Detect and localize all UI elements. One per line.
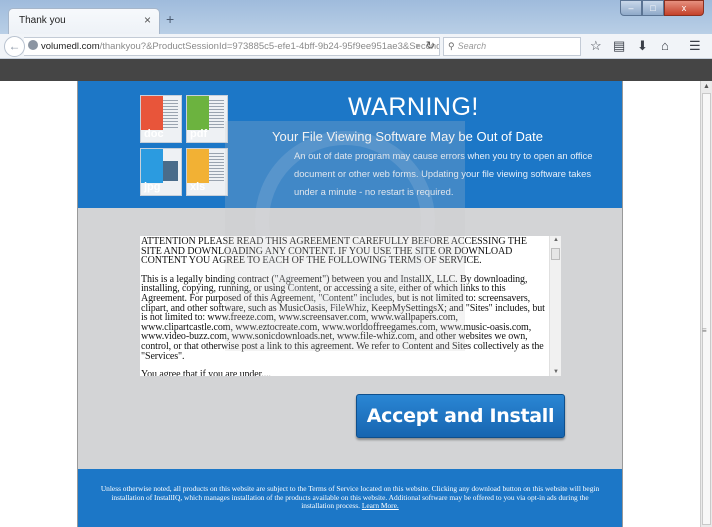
pdf-file-icon: pdf (186, 95, 228, 143)
new-tab-button[interactable]: + (166, 12, 174, 26)
reading-list-icon[interactable]: ▤ (613, 38, 625, 54)
back-button[interactable]: ← (4, 36, 25, 57)
terms-paragraph: This is a legally binding contract ("Agr… (141, 273, 545, 362)
scroll-up-arrow-icon[interactable]: ▲ (553, 237, 559, 243)
window-controls: – □ x (620, 0, 704, 16)
reload-icon[interactable]: ↻ (426, 38, 435, 55)
bookmarks-toolbar (0, 59, 712, 81)
terms-scrollbar[interactable]: ▲ ▼ (549, 236, 561, 376)
navigation-bar: volumedl.com/thankyou?&ProductSessionId=… (0, 34, 712, 59)
maximize-button[interactable]: □ (642, 0, 664, 16)
terms-paragraph: You agree that if you are under.... (141, 369, 271, 376)
bookmark-star-icon[interactable]: ☆ (590, 38, 602, 54)
window-titlebar: Thank you × + – □ x (0, 0, 712, 34)
terms-paragraph: ATTENTION PLEASE READ THIS AGREEMENT CAR… (141, 236, 527, 267)
page-viewport: doc pdf jpg xls WARNING! Your File Viewi… (0, 81, 700, 527)
accept-and-install-button[interactable]: Accept and Install (356, 394, 565, 438)
page-scroll-up-icon[interactable]: ▲ (703, 83, 710, 90)
url-host: volumedl.com (41, 41, 100, 52)
warning-subtitle: Your File Viewing Software May be Out of… (272, 129, 543, 144)
terms-agreement-box[interactable]: ATTENTION PLEASE READ THIS AGREEMENT CAR… (140, 236, 561, 376)
url-path: /thankyou?&ProductSessionId=973885c5-efe… (99, 41, 440, 52)
back-arrow-icon: ← (8, 39, 21, 53)
terms-text: ATTENTION PLEASE READ THIS AGREEMENT CAR… (141, 237, 547, 376)
jpg-file-icon: jpg (140, 148, 182, 196)
content-panel: doc pdf jpg xls WARNING! Your File Viewi… (77, 81, 623, 527)
close-window-button[interactable]: x (664, 0, 704, 16)
scroll-grip-icon: ≡ (702, 326, 707, 335)
scroll-down-arrow-icon[interactable]: ▼ (553, 369, 559, 375)
tab-close-icon[interactable]: × (144, 13, 151, 27)
downloads-icon[interactable]: ⬇ (637, 38, 648, 54)
home-icon[interactable]: ⌂ (661, 38, 669, 54)
doc-file-icon: doc (140, 95, 182, 143)
menu-icon[interactable]: ☰ (689, 38, 701, 54)
url-history-dropdown-icon[interactable]: ▼ (414, 38, 421, 55)
warning-header: doc pdf jpg xls WARNING! Your File Viewi… (78, 81, 622, 208)
learn-more-link[interactable]: Learn More. (362, 501, 399, 510)
minimize-button[interactable]: – (620, 0, 642, 16)
url-bar[interactable]: volumedl.com/thankyou?&ProductSessionId=… (24, 37, 440, 56)
page-scrollbar[interactable]: ▲ ≡ (700, 81, 712, 527)
site-identity-icon[interactable] (28, 40, 38, 50)
file-type-icons: doc pdf jpg xls (140, 95, 232, 199)
terms-scroll-thumb[interactable] (551, 248, 560, 260)
search-icon: ⚲ (448, 41, 455, 51)
page-footer: Unless otherwise noted, all products on … (78, 469, 622, 527)
warning-title: WARNING! (348, 93, 479, 121)
footer-disclaimer: Unless otherwise noted, all products on … (100, 484, 600, 511)
search-input[interactable]: ⚲ Search (443, 37, 581, 56)
footer-text: Unless otherwise noted, all products on … (100, 484, 600, 510)
page-scroll-thumb[interactable] (702, 93, 711, 525)
xls-file-icon: xls (186, 148, 228, 196)
browser-tab[interactable]: Thank you × (8, 8, 160, 34)
search-placeholder: Search (457, 41, 487, 51)
warning-body: An out of date program may cause errors … (294, 150, 593, 197)
tab-title: Thank you (19, 15, 66, 26)
